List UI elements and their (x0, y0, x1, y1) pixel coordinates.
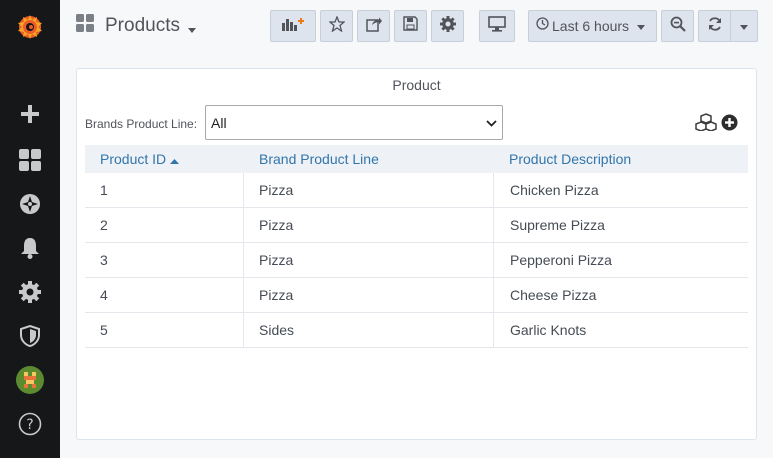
star-icon (327, 14, 346, 37)
cell-product-id: 2 (100, 217, 108, 233)
time-range-label: Last 6 hours (552, 18, 630, 34)
column-label: Product Description (509, 151, 632, 167)
dashboards-grid-icon[interactable] (15, 145, 45, 175)
shield-icon[interactable] (15, 321, 45, 351)
save-button[interactable] (394, 10, 427, 42)
tv-mode-button[interactable] (479, 10, 515, 42)
cell-brand-product-line: Pizza (259, 217, 294, 233)
top-navbar: Products Last 6 hours (60, 0, 773, 56)
caret-down-icon (637, 17, 646, 35)
cubes-icon[interactable] (695, 113, 717, 136)
table-row[interactable]: 3 Pizza Pepperoni Pizza (85, 243, 748, 278)
table-row[interactable]: 4 Pizza Cheese Pizza (85, 278, 748, 313)
settings-gear-icon (439, 15, 456, 37)
column-label: Product ID (100, 151, 167, 167)
cell-product-id: 1 (100, 182, 108, 198)
cell-brand-product-line: Pizza (259, 252, 294, 268)
time-range-picker[interactable]: Last 6 hours (528, 10, 657, 42)
star-button[interactable] (320, 10, 353, 42)
add-panel-icon (281, 16, 305, 37)
table-tools (695, 113, 738, 136)
dashboard-title: Products (105, 15, 180, 36)
table-header: Product ID Brand Product Line Product De… (85, 145, 748, 173)
cell-product-id: 4 (100, 287, 108, 303)
products-table: Product ID Brand Product Line Product De… (85, 145, 748, 348)
panel-title[interactable]: Product (77, 77, 756, 93)
add-circle-icon[interactable] (721, 114, 738, 136)
dashboard-picker[interactable]: Products (76, 10, 196, 42)
cell-product-id: 3 (100, 252, 108, 268)
tv-monitor-icon (488, 15, 506, 37)
refresh-icon (707, 16, 723, 37)
settings-button[interactable] (431, 10, 464, 42)
select-value: All (211, 114, 227, 131)
gear-icon[interactable] (15, 277, 45, 307)
help-icon[interactable]: ? (15, 409, 45, 439)
caret-down-icon (740, 17, 748, 35)
column-header-product-description[interactable]: Product Description (509, 151, 631, 167)
cell-product-description: Cheese Pizza (510, 287, 597, 303)
sidebar: ? (0, 0, 60, 458)
cell-product-id: 5 (100, 322, 108, 338)
bell-icon[interactable] (15, 233, 45, 263)
cell-product-description: Pepperoni Pizza (510, 252, 612, 268)
share-icon (365, 16, 382, 37)
share-button[interactable] (357, 10, 390, 42)
sort-ascending-icon (170, 151, 180, 167)
refresh-button[interactable] (698, 10, 731, 42)
add-panel-button[interactable] (270, 10, 316, 42)
zoom-out-button[interactable] (661, 10, 694, 42)
plus-icon[interactable] (15, 99, 45, 129)
cell-product-description: Chicken Pizza (510, 182, 599, 198)
svg-text:?: ? (26, 417, 33, 433)
cell-product-description: Garlic Knots (510, 322, 587, 338)
column-header-product-id[interactable]: Product ID (100, 151, 180, 167)
compass-icon[interactable] (15, 189, 45, 219)
caret-down-icon (187, 20, 196, 38)
chevron-down-icon (486, 114, 497, 132)
filter-label: Brands Product Line: (85, 117, 198, 131)
cell-brand-product-line: Pizza (259, 287, 294, 303)
brand-product-line-select[interactable]: All (205, 105, 503, 140)
refresh-interval-dropdown[interactable] (730, 10, 758, 42)
table-row[interactable]: 2 Pizza Supreme Pizza (85, 208, 748, 243)
dashboard-grid-icon (76, 14, 95, 38)
table-row[interactable]: 1 Pizza Chicken Pizza (85, 173, 748, 208)
zoom-out-icon (670, 16, 686, 37)
table-row[interactable]: 5 Sides Garlic Knots (85, 313, 748, 348)
cell-product-description: Supreme Pizza (510, 217, 605, 233)
clock-icon (536, 17, 549, 35)
column-header-brand-product-line[interactable]: Brand Product Line (259, 151, 379, 167)
cell-brand-product-line: Sides (259, 322, 295, 338)
cell-brand-product-line: Pizza (259, 182, 294, 198)
column-label: Brand Product Line (259, 151, 379, 167)
product-panel: Product Brands Product Line: All Product… (76, 68, 757, 440)
grafana-logo-icon[interactable] (15, 12, 45, 42)
user-avatar-icon[interactable] (15, 365, 45, 395)
save-icon (403, 16, 418, 36)
